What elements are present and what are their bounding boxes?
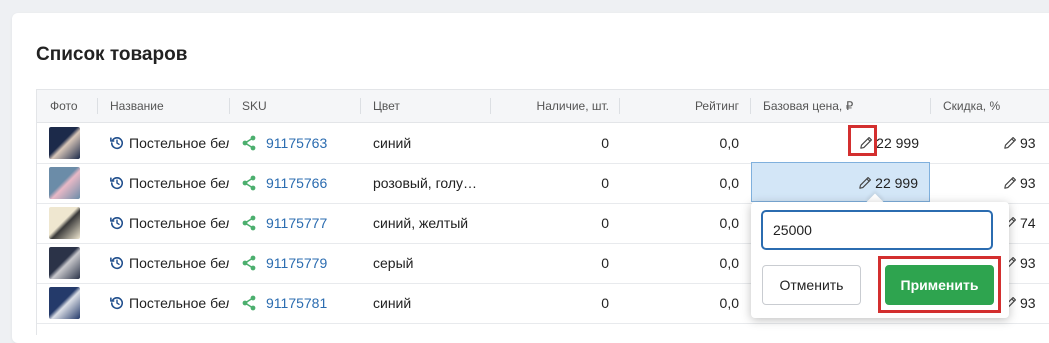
discount-value: 93 xyxy=(1020,175,1036,191)
stock-value: 0 xyxy=(601,215,609,231)
sku-link[interactable]: 91175763 xyxy=(266,123,327,163)
share-icon[interactable] xyxy=(242,255,256,271)
product-name[interactable]: Постельное бел xyxy=(129,243,229,283)
col-divider[interactable] xyxy=(930,98,931,114)
pencil-icon[interactable] xyxy=(858,165,872,189)
base-price-cell[interactable]: 22 999 xyxy=(751,123,930,163)
share-icon[interactable] xyxy=(242,175,256,191)
price-edit-popup: Отменить Применить xyxy=(751,202,1009,318)
col-discount[interactable]: Скидка, % xyxy=(943,90,1000,122)
sku-link[interactable]: 91175777 xyxy=(266,203,327,243)
col-divider[interactable] xyxy=(619,98,620,114)
rating-value: 0,0 xyxy=(719,135,739,151)
base-price-cell[interactable]: 22 999 xyxy=(751,162,930,202)
product-color: розовый, голу… xyxy=(373,175,478,191)
share-icon[interactable] xyxy=(242,135,256,151)
col-divider[interactable] xyxy=(229,98,230,114)
table-row[interactable]: Постельное бел 91175766 розовый, голу… 0 0,0… xyxy=(37,162,1049,204)
discount-value: 74 xyxy=(1020,215,1036,231)
col-divider[interactable] xyxy=(490,98,491,114)
price-input[interactable] xyxy=(761,210,993,250)
col-base-price[interactable]: Базовая цена, ₽ xyxy=(763,90,853,122)
base-price-value: 22 999 xyxy=(876,135,919,151)
product-color: синий, желтый xyxy=(373,215,469,231)
discount-cell[interactable]: 93 xyxy=(1003,283,1049,323)
product-name[interactable]: Постельное бел xyxy=(129,123,229,163)
rating-value: 0,0 xyxy=(719,295,739,311)
col-divider[interactable] xyxy=(750,98,751,114)
share-icon[interactable] xyxy=(242,295,256,311)
discount-cell[interactable]: 74 xyxy=(1003,203,1049,243)
history-icon[interactable] xyxy=(110,256,124,270)
sku-link[interactable]: 91175766 xyxy=(266,163,327,203)
product-name[interactable]: Постельное бел xyxy=(129,203,229,243)
product-thumbnail[interactable] xyxy=(49,287,80,319)
discount-cell[interactable]: 93 xyxy=(1003,163,1049,203)
page-title: Список товаров xyxy=(36,44,188,65)
history-icon[interactable] xyxy=(110,216,124,230)
table-row[interactable]: Постельное бел 91175763 синий 0 0,0 22 999 93 xyxy=(37,123,1049,164)
stock-value: 0 xyxy=(601,255,609,271)
product-thumbnail[interactable] xyxy=(49,167,80,199)
col-name[interactable]: Название xyxy=(110,90,164,122)
col-photo[interactable]: Фото xyxy=(50,90,78,122)
stock-value: 0 xyxy=(601,295,609,311)
col-rating[interactable]: Рейтинг xyxy=(632,90,739,122)
pencil-icon[interactable] xyxy=(1003,125,1017,149)
product-thumbnail[interactable] xyxy=(49,207,80,239)
discount-value: 93 xyxy=(1020,255,1036,271)
col-sku[interactable]: SKU xyxy=(242,90,267,122)
cancel-button[interactable]: Отменить xyxy=(762,265,861,305)
stock-value: 0 xyxy=(601,175,609,191)
col-color[interactable]: Цвет xyxy=(373,90,400,122)
sku-link[interactable]: 91175779 xyxy=(266,243,327,283)
pencil-icon[interactable] xyxy=(859,125,873,149)
pencil-icon[interactable] xyxy=(1003,165,1017,189)
discount-cell[interactable]: 93 xyxy=(1003,123,1049,163)
rating-value: 0,0 xyxy=(719,215,739,231)
stock-value: 0 xyxy=(601,135,609,151)
history-icon[interactable] xyxy=(110,296,124,310)
rating-value: 0,0 xyxy=(719,175,739,191)
history-icon[interactable] xyxy=(110,176,124,190)
col-divider[interactable] xyxy=(360,98,361,114)
discount-cell[interactable]: 93 xyxy=(1003,243,1049,283)
col-divider[interactable] xyxy=(97,98,98,114)
sku-link[interactable]: 91175781 xyxy=(266,283,327,323)
table-header: Фото Название SKU Цвет Наличие, шт. Рейт… xyxy=(37,90,1049,123)
product-color: синий xyxy=(373,295,412,311)
product-thumbnail[interactable] xyxy=(49,127,80,159)
discount-value: 93 xyxy=(1020,295,1036,311)
product-name[interactable]: Постельное бел xyxy=(129,163,229,203)
product-thumbnail[interactable] xyxy=(49,247,80,279)
discount-value: 93 xyxy=(1020,135,1036,151)
product-color: серый xyxy=(373,255,414,271)
history-icon[interactable] xyxy=(110,136,124,150)
base-price-value: 22 999 xyxy=(875,175,918,191)
product-name[interactable]: Постельное бел xyxy=(129,283,229,323)
apply-button[interactable]: Применить xyxy=(885,265,994,305)
rating-value: 0,0 xyxy=(719,255,739,271)
share-icon[interactable] xyxy=(242,215,256,231)
col-stock[interactable]: Наличие, шт. xyxy=(503,90,609,122)
product-color: синий xyxy=(373,135,412,151)
